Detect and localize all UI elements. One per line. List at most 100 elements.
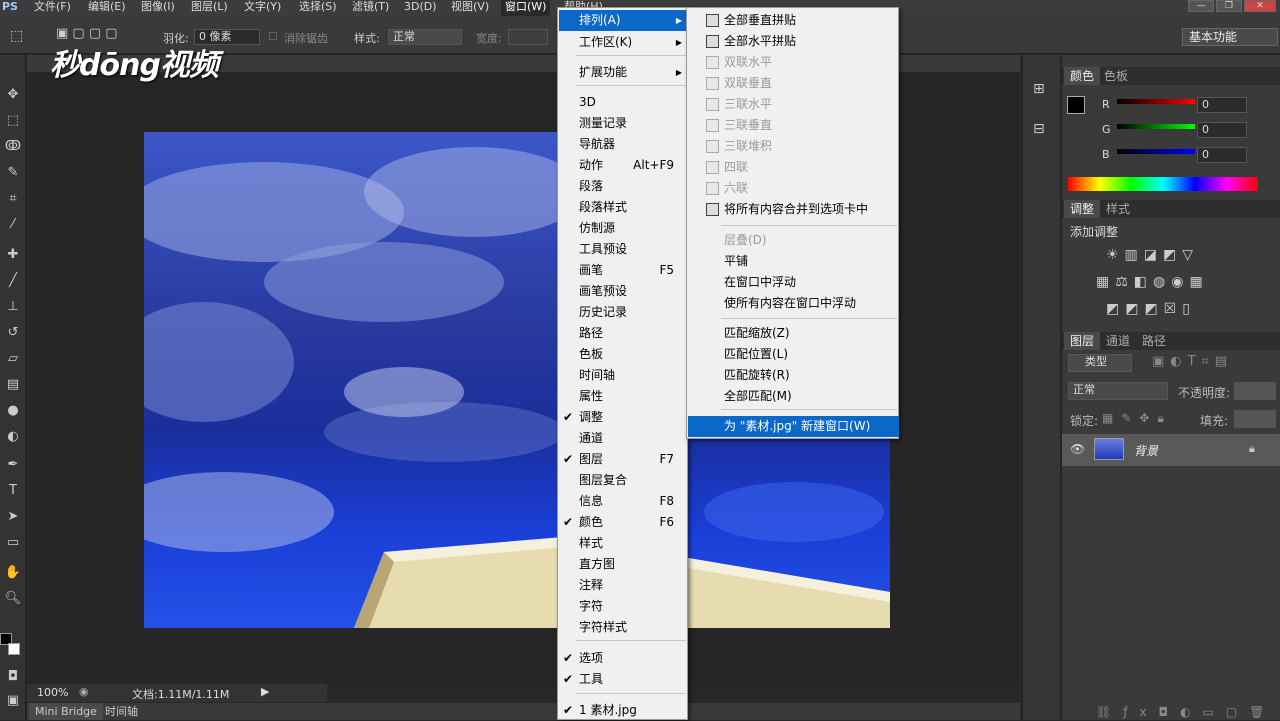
visibility-eye-icon[interactable]: 👁︎ — [1070, 442, 1085, 456]
workspace-select[interactable]: 基本功能 — [1182, 28, 1278, 46]
window-menu-item[interactable]: 工具预设 — [559, 239, 688, 260]
zoom-level[interactable]: 100% — [37, 686, 68, 699]
window-menu-item[interactable]: 字符样式 — [559, 617, 688, 638]
stamp-tool-icon[interactable]: ⊥ — [3, 297, 23, 317]
width-input[interactable] — [508, 29, 548, 45]
window-menu-item[interactable]: 工作区(K) ▶ — [559, 32, 688, 53]
adjustment-icons-row1[interactable]: ☀▥◪◩▽ — [1106, 247, 1199, 263]
arrange-menu-item[interactable]: 全部垂直拼贴 — [688, 10, 899, 31]
window-menu-item[interactable]: 仿制源 — [559, 218, 688, 239]
menu-image[interactable]: 图像(I) — [137, 0, 179, 16]
window-menu-item[interactable]: 属性 — [559, 386, 688, 407]
window-menu-item[interactable]: 排列(A) ▶ — [559, 10, 688, 31]
marquee-tool-icon[interactable]: ⬚ — [3, 111, 23, 131]
layer-action-icons[interactable]: ⛓ƒx◘◐▭▢🗑︎ — [1096, 705, 1276, 719]
menu-filter[interactable]: 滤镜(T) — [348, 0, 393, 16]
restore-button[interactable]: ❐ — [1216, 0, 1242, 12]
lasso-tool-icon[interactable]: ↂ — [3, 137, 23, 157]
selection-mode-icons[interactable]: ▣ ▢ ▢ ▢ — [56, 26, 118, 41]
window-menu-item[interactable]: 时间轴 — [559, 365, 688, 386]
tab-paths[interactable]: 路径 — [1136, 332, 1172, 350]
window-menu-item[interactable]: 画笔 F5 — [559, 260, 688, 281]
screen-mode-icon[interactable]: ▣ — [3, 691, 23, 711]
arrange-menu-item[interactable]: 将所有内容合并到选项卡中 — [688, 199, 899, 220]
tab-adjustments[interactable]: 调整 — [1064, 200, 1101, 218]
arrange-menu-item[interactable]: 全部匹配(M) — [688, 386, 899, 407]
layer-filter-select[interactable]: 类型 — [1068, 354, 1132, 372]
menu-view[interactable]: 视图(V) — [447, 0, 493, 16]
quick-mask-icon[interactable]: ◘ — [3, 667, 23, 687]
menu-3d[interactable]: 3D(D) — [400, 0, 441, 16]
g-value[interactable]: 0 — [1197, 122, 1247, 138]
tab-channels[interactable]: 通道 — [1100, 332, 1136, 350]
hand-tool-icon[interactable]: ✋ — [3, 563, 23, 583]
r-slider[interactable] — [1117, 99, 1195, 104]
b-value[interactable]: 0 — [1197, 147, 1247, 163]
adjustment-icons-row2[interactable]: ▦⚖◧◍◉▦ — [1096, 274, 1209, 290]
marquee-icon[interactable]: ⬚ — [10, 28, 23, 44]
window-menu-item[interactable]: 扩展功能 ▶ — [559, 62, 688, 83]
tab-timeline[interactable]: 时间轴 — [99, 703, 144, 720]
g-slider[interactable] — [1117, 124, 1195, 129]
layer-filter-icons[interactable]: ▣◐T⌗▤ — [1152, 354, 1233, 369]
r-value[interactable]: 0 — [1197, 97, 1247, 113]
close-window-button[interactable]: ✕ — [1244, 0, 1276, 12]
background-color-swatch[interactable] — [8, 643, 20, 655]
arrange-menu-item[interactable]: 匹配位置(L) — [688, 344, 899, 365]
properties-panel-icon[interactable]: ⊟ — [1033, 121, 1045, 137]
opacity-input[interactable] — [1234, 382, 1276, 400]
dodge-tool-icon[interactable]: ◐ — [3, 427, 23, 447]
brush-tool-icon[interactable]: ╱ — [3, 271, 23, 291]
style-select[interactable]: 正常 — [388, 29, 462, 45]
history-panel-icon[interactable]: ⊞ — [1033, 81, 1045, 97]
window-menu-item[interactable]: 路径 — [559, 323, 688, 344]
window-menu-item[interactable]: 样式 — [559, 533, 688, 554]
menu-edit[interactable]: 编辑(E) — [84, 0, 130, 16]
antialias-checkbox[interactable]: ☐ — [268, 30, 278, 43]
menu-layer[interactable]: 图层(L) — [187, 0, 232, 16]
layer-row-background[interactable]: 👁︎ 背景 🔒︎ — [1062, 434, 1280, 466]
layer-name[interactable]: 背景 — [1134, 442, 1158, 459]
menu-file[interactable]: 文件(F) — [30, 0, 75, 16]
fg-color[interactable] — [1067, 96, 1085, 114]
eraser-tool-icon[interactable]: ▱ — [3, 349, 23, 369]
lock-icons[interactable]: ▦✎✥🔒︎ — [1102, 411, 1172, 426]
window-menu-item[interactable]: 导航器 — [559, 134, 688, 155]
window-menu-item[interactable]: 3D — [559, 92, 688, 113]
menu-window[interactable]: 窗口(W) — [501, 0, 551, 16]
minimize-button[interactable]: — — [1188, 0, 1214, 12]
window-menu-item[interactable]: 段落样式 — [559, 197, 688, 218]
b-slider[interactable] — [1117, 149, 1195, 154]
window-menu-item[interactable]: 工具 ✔ — [559, 669, 688, 690]
tab-layers[interactable]: 图层 — [1064, 332, 1101, 350]
window-menu-item[interactable]: 图层 ✔ F7 — [559, 449, 688, 470]
menu-select[interactable]: 选择(S) — [295, 0, 341, 16]
arrange-menu-item[interactable]: 全部水平拼贴 — [688, 31, 899, 52]
shape-tool-icon[interactable]: ▭ — [3, 533, 23, 553]
tab-mini-bridge[interactable]: Mini Bridge — [29, 703, 103, 720]
arrange-menu-item[interactable]: 为 "素材.jpg" 新建窗口(W) — [688, 416, 899, 437]
window-menu-item[interactable]: 直方图 — [559, 554, 688, 575]
blur-tool-icon[interactable]: ● — [3, 401, 23, 421]
window-menu-item[interactable]: 色板 — [559, 344, 688, 365]
arrange-menu-item[interactable]: 匹配旋转(R) — [688, 365, 899, 386]
window-menu-item[interactable]: 动作 Alt+F9 — [559, 155, 688, 176]
window-menu-item[interactable]: 画笔预设 — [559, 281, 688, 302]
eyedropper-tool-icon[interactable]: ⁄ — [3, 215, 23, 235]
window-menu-item[interactable]: 段落 — [559, 176, 688, 197]
window-menu-item[interactable]: 通道 — [559, 428, 688, 449]
arrange-menu-item[interactable]: 在窗口中浮动 — [688, 272, 899, 293]
adjustment-icons-row3[interactable]: ◩◩◩☒▯ — [1106, 301, 1196, 317]
window-menu-item[interactable]: 历史记录 — [559, 302, 688, 323]
crop-tool-icon[interactable]: ⌗ — [3, 189, 23, 209]
type-tool-icon[interactable]: T — [3, 481, 23, 501]
tab-swatches[interactable]: 色板 — [1098, 67, 1134, 85]
path-select-icon[interactable]: ➤ — [3, 507, 23, 527]
menu-type[interactable]: 文字(Y) — [240, 0, 285, 16]
window-menu-item[interactable]: 字符 — [559, 596, 688, 617]
window-menu-item[interactable]: 注释 — [559, 575, 688, 596]
gradient-tool-icon[interactable]: ▤ — [3, 375, 23, 395]
arrange-menu-item[interactable]: 使所有内容在窗口中浮动 — [688, 293, 899, 314]
window-menu-item[interactable]: 颜色 ✔ F6 — [559, 512, 688, 533]
window-menu-item[interactable]: 测量记录 — [559, 113, 688, 134]
